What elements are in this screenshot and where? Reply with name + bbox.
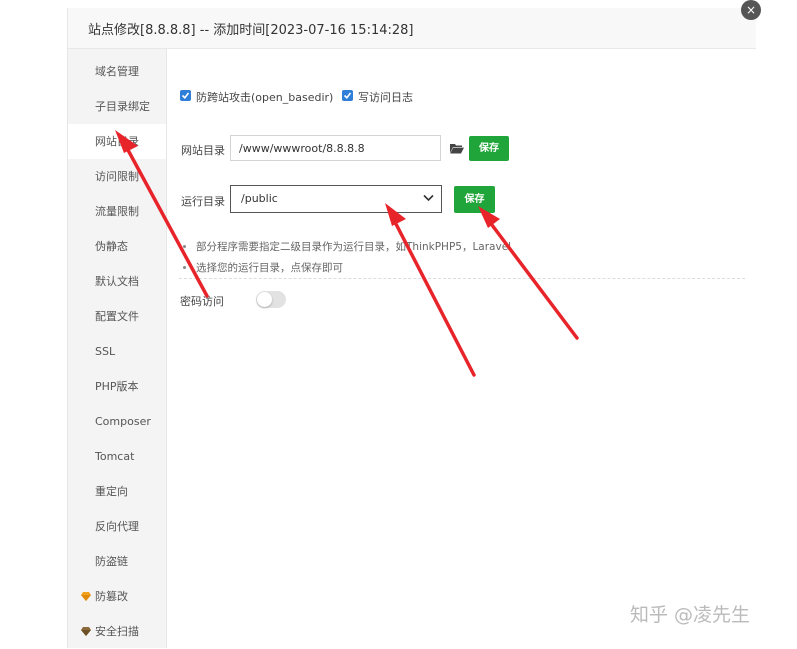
- sidebar-item-hotlink-protection[interactable]: 防盗链: [68, 544, 166, 579]
- sidebar-item-security-scan[interactable]: 安全扫描: [68, 614, 166, 649]
- sidebar-item-label: SSL: [95, 345, 116, 358]
- sidebar-item-reverse-proxy[interactable]: 反向代理: [68, 509, 166, 544]
- note-run-dir-hint: 部分程序需要指定二级目录作为运行目录，如ThinkPHP5，Laravel: [196, 241, 512, 253]
- sidebar-item-label: 防篡改: [95, 590, 128, 603]
- run-dir-label: 运行目录: [181, 195, 225, 208]
- site-edit-dialog: 站点修改[8.8.8.8] -- 添加时间[2023-07-16 15:14:2…: [67, 8, 756, 648]
- sidebar-item-ssl[interactable]: SSL: [68, 334, 166, 369]
- sidebar-item-site-directory[interactable]: 网站目录: [68, 124, 166, 159]
- sidebar-item-label: 防盗链: [95, 555, 128, 568]
- settings-sidebar: 域名管理 子目录绑定 网站目录 访问限制 流量限制 伪静态 默认文档 配置文件 …: [68, 49, 167, 648]
- sidebar-item-label: 配置文件: [95, 310, 139, 323]
- note-save-hint: 选择您的运行目录，点保存即可: [196, 262, 343, 274]
- sidebar-item-label: Tomcat: [95, 450, 135, 463]
- sidebar-item-default-document[interactable]: 默认文档: [68, 264, 166, 299]
- site-directory-panel: 防跨站攻击(open_basedir) 写访问日志 网站目录 /www/wwwr…: [167, 49, 756, 648]
- sidebar-item-label: 访问限制: [95, 170, 139, 183]
- run-dir-value: /public: [241, 192, 278, 205]
- watermark: 知乎 @凌先生: [630, 604, 751, 626]
- gem-icon: [81, 592, 91, 601]
- save-run-dir-button[interactable]: 保存: [454, 186, 495, 213]
- anti-xss-label: 防跨站攻击(open_basedir): [196, 91, 334, 104]
- sidebar-item-subdirectory-binding[interactable]: 子目录绑定: [68, 89, 166, 124]
- sidebar-item-redirect[interactable]: 重定向: [68, 474, 166, 509]
- sidebar-item-domain-management[interactable]: 域名管理: [68, 54, 166, 89]
- sidebar-item-label: 网站目录: [95, 135, 139, 148]
- close-icon[interactable]: ×: [741, 0, 761, 20]
- password-access-label: 密码访问: [180, 295, 224, 308]
- password-access-toggle[interactable]: [256, 291, 286, 308]
- sidebar-item-tomcat[interactable]: Tomcat: [68, 439, 166, 474]
- sidebar-item-access-restriction[interactable]: 访问限制: [68, 159, 166, 194]
- sidebar-item-label: 默认文档: [95, 275, 139, 288]
- sidebar-item-label: PHP版本: [95, 380, 139, 393]
- check-icon: [343, 92, 352, 100]
- sidebar-item-label: 反向代理: [95, 520, 139, 533]
- sidebar-item-rewrite[interactable]: 伪静态: [68, 229, 166, 264]
- divider: [179, 278, 745, 279]
- gem-icon: [81, 627, 91, 636]
- sidebar-item-label: 子目录绑定: [95, 100, 150, 113]
- toggle-knob: [257, 292, 272, 307]
- sidebar-item-tamper-proof[interactable]: 防篡改: [68, 579, 166, 614]
- dialog-titlebar: 站点修改[8.8.8.8] -- 添加时间[2023-07-16 15:14:2…: [68, 8, 756, 49]
- site-dir-input[interactable]: /www/wwwroot/8.8.8.8: [230, 135, 441, 161]
- save-site-dir-button[interactable]: 保存: [469, 136, 509, 161]
- site-dir-label: 网站目录: [181, 144, 225, 157]
- check-icon: [181, 92, 190, 100]
- sidebar-item-label: 域名管理: [95, 65, 139, 78]
- sidebar-item-label: 流量限制: [95, 205, 139, 218]
- anti-xss-checkbox[interactable]: [180, 90, 191, 101]
- folder-open-icon[interactable]: [450, 143, 464, 154]
- note-bullet: [183, 266, 186, 269]
- run-dir-select[interactable]: /public: [230, 185, 442, 213]
- access-log-label: 写访问日志: [358, 91, 413, 104]
- access-log-checkbox[interactable]: [342, 90, 353, 101]
- chevron-down-icon: [423, 194, 434, 202]
- sidebar-item-php-version[interactable]: PHP版本: [68, 369, 166, 404]
- note-bullet: [183, 245, 186, 248]
- sidebar-item-label: 重定向: [95, 485, 128, 498]
- sidebar-item-composer[interactable]: Composer: [68, 404, 166, 439]
- sidebar-item-label: 安全扫描: [95, 625, 139, 638]
- sidebar-item-label: Composer: [95, 415, 151, 428]
- sidebar-item-label: 伪静态: [95, 240, 128, 253]
- sidebar-item-config-file[interactable]: 配置文件: [68, 299, 166, 334]
- sidebar-item-traffic-limit[interactable]: 流量限制: [68, 194, 166, 229]
- dialog-title: 站点修改[8.8.8.8] -- 添加时间[2023-07-16 15:14:2…: [88, 23, 414, 38]
